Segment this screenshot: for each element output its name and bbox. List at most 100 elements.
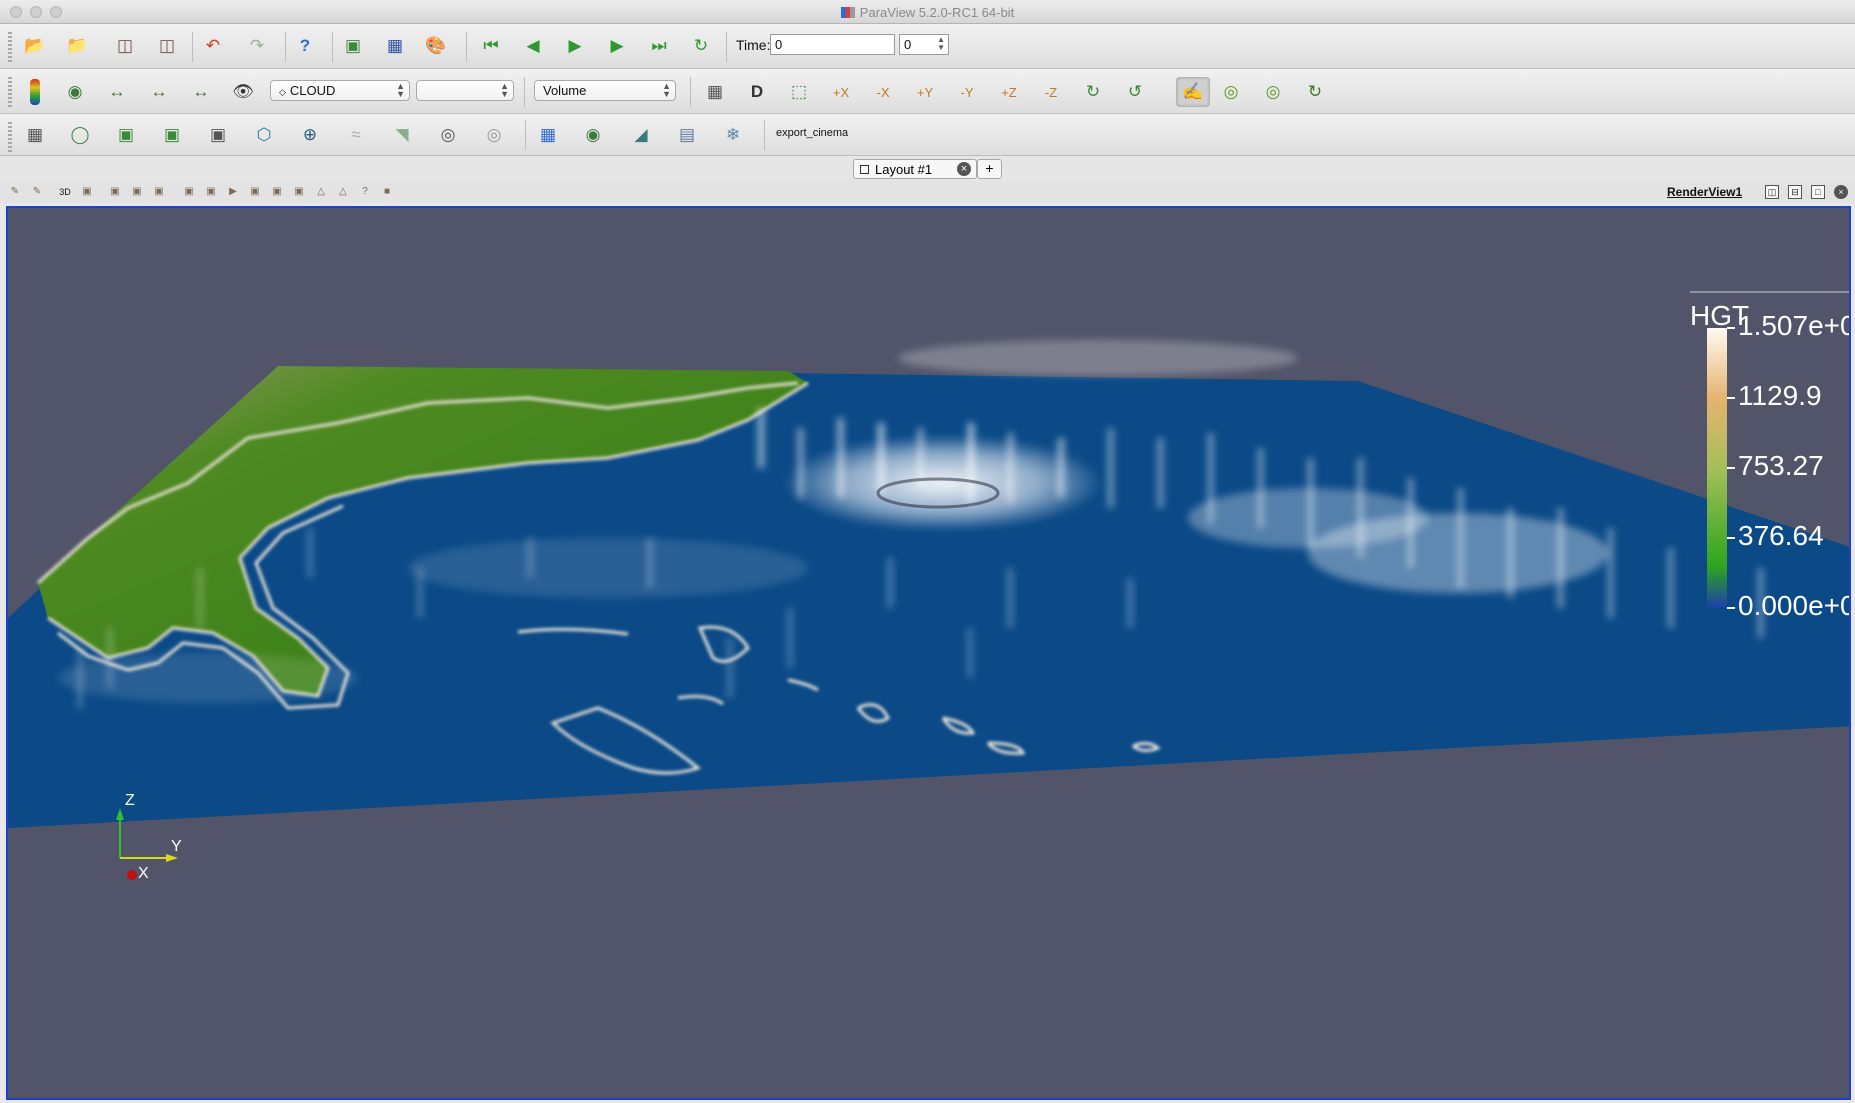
- pick-center-icon[interactable]: ◎: [1260, 79, 1286, 105]
- save-screenshot-icon[interactable]: ▦: [382, 33, 408, 59]
- toggle-3d-button[interactable]: 3D: [58, 185, 72, 199]
- toolbar-separator: [525, 120, 526, 150]
- connect-icon[interactable]: ◫: [112, 33, 138, 59]
- layout-tab[interactable]: Layout #1 ×: [853, 159, 977, 179]
- next-frame-icon[interactable]: ▶: [604, 33, 630, 59]
- toolbar-grip[interactable]: [8, 32, 12, 62]
- calculator-icon[interactable]: ▦: [22, 122, 48, 148]
- render-scene[interactable]: [8, 208, 1851, 1100]
- component-select[interactable]: ▲ ▼: [416, 80, 514, 101]
- extract-level-icon[interactable]: ◎: [481, 122, 507, 148]
- representation-select[interactable]: Volume ▲ ▼: [534, 80, 676, 101]
- set-view-plus-x-icon[interactable]: +X: [828, 79, 854, 105]
- select-block-icon[interactable]: ▣: [182, 185, 196, 199]
- select-points-on-icon[interactable]: ✎: [30, 185, 44, 199]
- rescale-custom-range-icon[interactable]: ↔: [146, 79, 172, 105]
- query-icon[interactable]: ?: [358, 185, 372, 199]
- extract-subset-icon[interactable]: ⬡: [251, 122, 277, 148]
- clip-icon[interactable]: ▣: [113, 122, 139, 148]
- rescale-data-range-icon[interactable]: ↔: [104, 79, 130, 105]
- palette-icon[interactable]: 🎨: [423, 33, 449, 59]
- close-view-icon[interactable]: ×: [1834, 185, 1848, 199]
- previous-frame-icon[interactable]: ◀: [520, 33, 546, 59]
- representation-value: Volume: [543, 83, 587, 98]
- timestep-spinbox[interactable]: 0 ▲ ▼: [899, 34, 949, 55]
- last-frame-icon[interactable]: ⏭: [646, 33, 672, 59]
- clear-selection-icon[interactable]: ■: [380, 185, 394, 199]
- dropdown-arrows-icon: ▲ ▼: [500, 81, 509, 99]
- trace-icon[interactable]: ◉: [580, 122, 606, 148]
- close-tab-icon[interactable]: ×: [957, 162, 971, 176]
- select-cells-icon[interactable]: ▣: [108, 185, 122, 199]
- window-title: ParaView 5.2.0-RC1 64-bit: [0, 5, 1855, 20]
- play-icon[interactable]: ▶: [562, 33, 588, 59]
- toggle-color-legend-icon[interactable]: [30, 79, 40, 105]
- rotate-minus-90-icon[interactable]: ↺: [1122, 79, 1148, 105]
- interactive-select-icon[interactable]: ▣: [204, 185, 218, 199]
- spinbox-arrows-icon[interactable]: ▲ ▼: [937, 36, 945, 52]
- rescale-visible-range-icon[interactable]: ↔: [188, 79, 214, 105]
- interaction-mode-icon[interactable]: ✍: [1176, 77, 1210, 107]
- center-axes-icon[interactable]: ◎: [1218, 79, 1244, 105]
- zoom-to-box-icon[interactable]: ⬚: [786, 79, 812, 105]
- select-cells-on-icon[interactable]: ✎: [8, 185, 22, 199]
- camera-icon[interactable]: ▣: [80, 185, 94, 199]
- glyph-icon[interactable]: ⊕: [297, 122, 323, 148]
- time-input[interactable]: 0: [770, 34, 895, 55]
- help-icon[interactable]: ?: [292, 33, 318, 59]
- paraview-logo-icon: [840, 7, 855, 18]
- plot-over-line-icon[interactable]: ◢: [628, 122, 654, 148]
- stream-tracer-icon[interactable]: ≈: [343, 122, 369, 148]
- zoom-to-data-icon[interactable]: D: [744, 79, 770, 105]
- hover-points-icon[interactable]: ▶: [226, 185, 240, 199]
- split-horizontal-icon[interactable]: ◫: [1765, 185, 1779, 199]
- save-state-icon[interactable]: ▣: [340, 33, 366, 59]
- select-frustum-icon[interactable]: ▣: [152, 185, 166, 199]
- maximize-view-icon[interactable]: □: [1811, 185, 1825, 199]
- display-toolbar: ◉ ↔ ↔ ↔ 👁 ◇ CLOUD ▲ ▼ ▲ ▼ Volume ▲ ▼ ▦ D ⬚ +X …: [0, 69, 1855, 114]
- axis-y-label: Y: [171, 838, 182, 855]
- color-by-select[interactable]: ◇ CLOUD ▲ ▼: [270, 80, 410, 101]
- open-icon[interactable]: 📂: [22, 33, 48, 59]
- rotate-plus-90-icon[interactable]: ↻: [1080, 79, 1106, 105]
- set-view-minus-z-icon[interactable]: -Z: [1038, 79, 1064, 105]
- view-name-label[interactable]: RenderView1: [1667, 185, 1742, 199]
- render-view[interactable]: HGT 1.507e+0 1129.9 753.27 376.64 0.000e…: [6, 206, 1851, 1100]
- split-vertical-icon[interactable]: ⊟: [1788, 185, 1802, 199]
- toolbar-separator: [764, 120, 765, 150]
- toolbar-grip[interactable]: [8, 122, 12, 152]
- loop-icon[interactable]: ↻: [688, 33, 714, 59]
- first-frame-icon[interactable]: ⏮: [478, 33, 504, 59]
- reset-center-icon[interactable]: ↻: [1302, 79, 1328, 105]
- contour-icon[interactable]: ◯: [67, 122, 93, 148]
- set-view-minus-x-icon[interactable]: -X: [870, 79, 896, 105]
- reset-camera-icon[interactable]: ▦: [702, 79, 728, 105]
- edit-selection-icon[interactable]: △: [314, 185, 328, 199]
- snowflake-icon[interactable]: ❄: [720, 122, 746, 148]
- warp-by-vector-icon[interactable]: ◥: [389, 122, 415, 148]
- set-view-plus-y-icon[interactable]: +Y: [912, 79, 938, 105]
- select-polygon-icon[interactable]: ▣: [248, 185, 262, 199]
- redo-icon[interactable]: ↷: [244, 33, 270, 59]
- hover-cells-icon[interactable]: △: [336, 185, 350, 199]
- grow-selection-icon[interactable]: ▣: [270, 185, 284, 199]
- set-view-plus-z-icon[interactable]: +Z: [996, 79, 1022, 105]
- threshold-icon[interactable]: ▣: [205, 122, 231, 148]
- rescale-temporal-range-icon[interactable]: 👁: [230, 79, 256, 105]
- color-by-point-icon: ◇: [279, 87, 286, 97]
- new-layout-tab-button[interactable]: +: [977, 159, 1002, 179]
- undo-icon[interactable]: ↶: [200, 33, 226, 59]
- export-cinema-macro[interactable]: export_cinema: [776, 127, 848, 139]
- set-view-minus-y-icon[interactable]: -Y: [954, 79, 980, 105]
- disconnect-icon[interactable]: ◫: [154, 33, 180, 59]
- python-shell-icon[interactable]: ▦: [535, 122, 561, 148]
- select-points-icon[interactable]: ▣: [130, 185, 144, 199]
- recent-icon[interactable]: 📁: [64, 33, 90, 59]
- slice-icon[interactable]: ▣: [159, 122, 185, 148]
- shrink-selection-icon[interactable]: ▣: [292, 185, 306, 199]
- toolbar-grip[interactable]: [8, 77, 12, 107]
- axis-x-label: X: [138, 865, 149, 882]
- group-datasets-icon[interactable]: ◎: [435, 122, 461, 148]
- edit-color-map-icon[interactable]: ◉: [62, 79, 88, 105]
- histogram-icon[interactable]: ▤: [674, 122, 700, 148]
